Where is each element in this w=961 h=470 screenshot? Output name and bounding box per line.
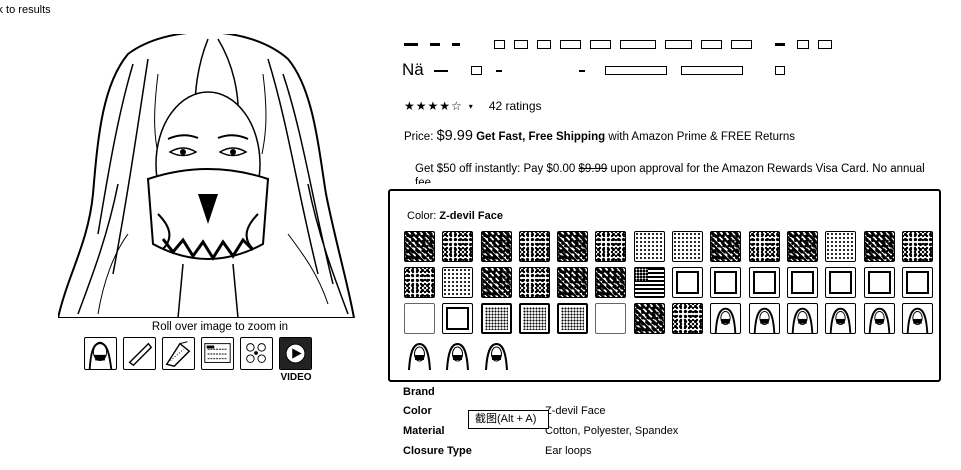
shipping-text: with Amazon Prime & FREE Returns [605, 131, 795, 143]
free-shipping-link[interactable]: Get Fast, Free Shipping [476, 131, 605, 143]
screenshot-tooltip: 截图(Alt + A) [468, 410, 549, 429]
woman-face-mask-illustration [56, 31, 356, 319]
color-swatch[interactable] [595, 267, 627, 298]
color-swatch[interactable] [480, 267, 512, 298]
color-swatch[interactable] [595, 231, 627, 262]
color-swatch[interactable] [518, 231, 550, 262]
thumbnail-mask-fold[interactable] [123, 337, 156, 370]
color-swatch-model[interactable] [748, 303, 780, 334]
color-swatch-model[interactable] [825, 303, 857, 334]
color-swatch[interactable] [404, 303, 435, 334]
color-swatch[interactable] [863, 267, 895, 298]
color-swatch[interactable] [404, 267, 435, 298]
product-title-obscured [402, 36, 942, 52]
thumbnail-patterns[interactable] [240, 337, 273, 370]
color-swatch[interactable] [480, 303, 512, 334]
selected-color: Z-devil Face [439, 210, 503, 222]
color-swatch-model[interactable] [863, 303, 895, 334]
color-swatch[interactable] [442, 231, 474, 262]
credit-card-promo: Get $50 off instantly: Pay $0.00 $9.99 u… [415, 163, 925, 184]
spec-key: Closure Type [403, 445, 472, 457]
color-swatch[interactable] [404, 231, 435, 262]
spec-value: Cotton, Polyester, Spandex [545, 425, 679, 437]
thumbnail-strip [84, 337, 312, 370]
color-swatch[interactable] [786, 231, 818, 262]
color-swatch-model[interactable] [786, 303, 818, 334]
color-swatch[interactable] [672, 231, 704, 262]
color-swatch[interactable] [825, 267, 857, 298]
color-swatch-grid [404, 231, 939, 370]
color-swatch[interactable] [748, 267, 780, 298]
spec-key: Brand [403, 386, 435, 398]
color-swatch[interactable] [518, 267, 550, 298]
color-variation-panel: Color: Z-devil Face [388, 189, 941, 382]
spec-value: Ear loops [545, 445, 592, 457]
color-swatch[interactable] [825, 231, 857, 262]
ratings-count-link[interactable]: 42 ratings [489, 99, 542, 113]
price-row: Price: $9.99 Get Fast, Free Shipping wit… [404, 128, 795, 144]
price-label: Price: [404, 131, 434, 143]
rating-row: ★★★★☆ ▾ 42 ratings [404, 99, 542, 113]
color-label: Color: Z-devil Face [407, 210, 503, 222]
color-swatch[interactable] [672, 267, 704, 298]
color-swatch-model[interactable] [901, 303, 933, 334]
zoom-hint: Roll over image to zoom in [151, 321, 289, 333]
color-swatch[interactable] [710, 267, 742, 298]
color-swatch[interactable] [748, 231, 780, 262]
color-swatch[interactable] [901, 267, 933, 298]
price-value: $9.99 [436, 128, 473, 144]
color-swatch-flag[interactable] [633, 267, 665, 298]
color-swatch-model[interactable] [480, 339, 512, 370]
color-swatch-model[interactable] [710, 303, 742, 334]
color-swatch[interactable] [901, 231, 933, 262]
main-product-image[interactable] [56, 31, 356, 319]
color-swatch[interactable] [480, 231, 512, 262]
color-swatch[interactable] [863, 231, 895, 262]
thumbnail-video[interactable] [279, 337, 312, 370]
color-swatch[interactable] [557, 231, 589, 262]
color-swatch[interactable] [672, 303, 704, 334]
color-swatch[interactable] [595, 303, 627, 334]
video-label: VIDEO [280, 372, 312, 383]
struck-price: $9.99 [578, 163, 608, 175]
star-rating-icon[interactable]: ★★★★☆ [404, 99, 463, 113]
color-swatch[interactable] [633, 231, 665, 262]
color-swatch[interactable] [710, 231, 742, 262]
product-title-line-2: Nä [402, 60, 822, 80]
thumbnail-mask-side[interactable] [162, 337, 195, 370]
color-swatch[interactable] [442, 303, 474, 334]
back-to-results-link[interactable]: ck to results [0, 4, 51, 16]
thumbnail-face-mask[interactable] [84, 337, 117, 370]
color-swatch[interactable] [633, 303, 665, 334]
color-swatch-model[interactable] [404, 339, 435, 370]
color-swatch[interactable] [557, 267, 589, 298]
color-swatch-model[interactable] [442, 339, 474, 370]
color-swatch[interactable] [786, 267, 818, 298]
thumbnail-size-chart[interactable] [201, 337, 234, 370]
spec-value: Z-devil Face [545, 405, 606, 417]
color-swatch[interactable] [442, 267, 474, 298]
color-swatch[interactable] [518, 303, 550, 334]
color-swatch[interactable] [557, 303, 589, 334]
chevron-down-icon[interactable]: ▾ [469, 102, 473, 111]
